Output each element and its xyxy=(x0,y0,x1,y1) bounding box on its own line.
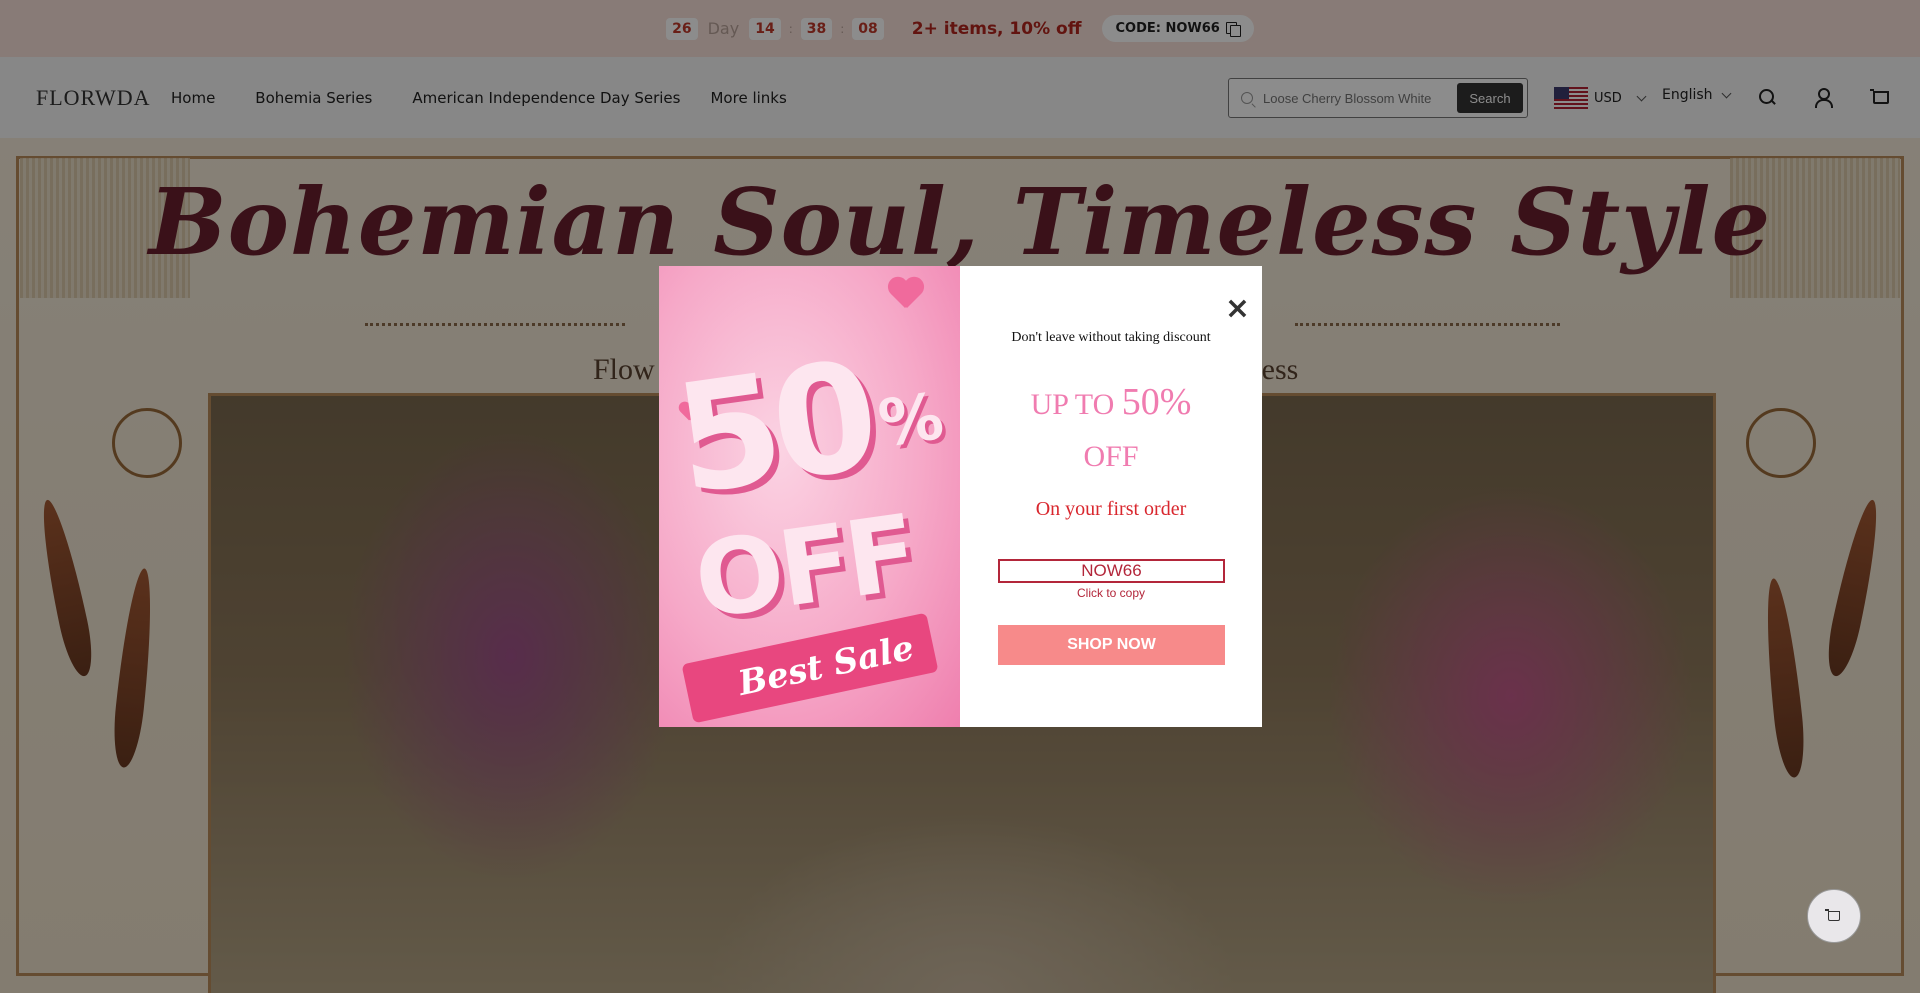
modal-body: × Don't leave without taking discount UP… xyxy=(960,266,1262,727)
modal-percent: 50% xyxy=(1121,381,1192,423)
promo-image-number: 50 xyxy=(665,329,881,529)
modal-off: OFF xyxy=(1083,440,1139,473)
coupon-code-box[interactable]: NOW66 xyxy=(998,559,1225,583)
promo-image-percent: % xyxy=(874,379,948,463)
modal-lead-text: Don't leave without taking discount xyxy=(1011,330,1211,345)
modal-up-to: UP TO xyxy=(1030,388,1115,421)
discount-modal: 50 % OFF Best Sale × Don't leave without… xyxy=(659,266,1262,727)
modal-first-order: On your first order xyxy=(1035,498,1187,520)
floating-cart-button[interactable] xyxy=(1807,889,1861,943)
modal-headline: UP TO 50% OFF xyxy=(960,376,1262,483)
promo-image: 50 % OFF Best Sale xyxy=(659,266,960,727)
copy-hint[interactable]: Click to copy xyxy=(960,586,1262,600)
heart-icon xyxy=(887,278,923,310)
close-icon[interactable]: × xyxy=(1225,294,1250,324)
shop-now-button[interactable]: SHOP NOW xyxy=(998,625,1225,665)
